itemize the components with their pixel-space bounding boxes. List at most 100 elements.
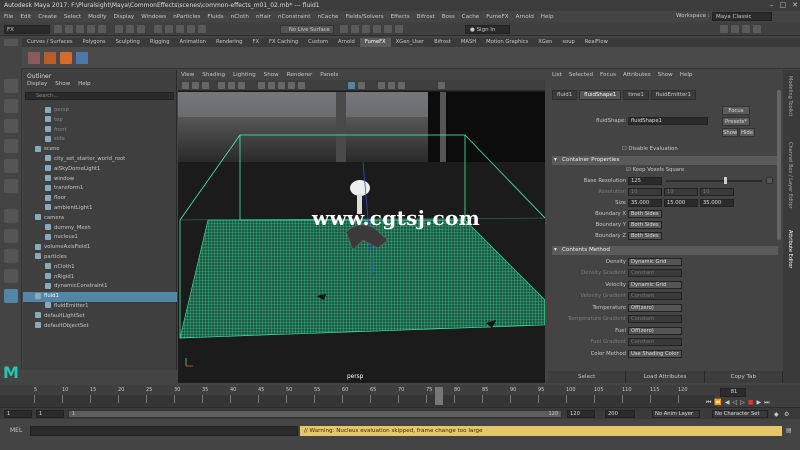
outliner-item[interactable]: aiSkyDomeLight1 — [23, 165, 177, 175]
snap-grid-icon[interactable] — [154, 25, 162, 33]
menu-arnold[interactable]: Arnold — [516, 14, 534, 20]
shelf-tab-curves-surfaces[interactable]: Curves / Surfaces — [22, 38, 78, 47]
depth-of-field-icon[interactable] — [398, 82, 405, 89]
temperature-dropdown[interactable]: Off(zero) — [628, 304, 682, 312]
focus-button[interactable]: Focus — [722, 106, 750, 115]
shelf-tool-icon[interactable] — [44, 52, 56, 64]
shelf-tab-rendering[interactable]: Rendering — [211, 38, 248, 47]
range-inner-start-field[interactable]: 1 — [36, 410, 64, 418]
outliner-item[interactable]: front — [23, 126, 177, 136]
render-view-icon[interactable] — [340, 25, 348, 33]
attr-tab-fluid1[interactable]: fluid1 — [552, 90, 578, 100]
ipr-render-icon[interactable] — [362, 25, 370, 33]
attribute-editor-toggle-icon[interactable] — [731, 25, 739, 33]
textured-icon[interactable] — [278, 82, 285, 89]
outliner-item[interactable]: dummy_Mesh — [23, 224, 177, 234]
load-attributes-button[interactable]: Load Attributes — [626, 371, 705, 383]
shelf-tool-icon[interactable] — [60, 52, 72, 64]
shelf-tab-fx-caching[interactable]: FX Caching — [264, 38, 303, 47]
outliner-search-input[interactable]: Search... — [25, 92, 174, 100]
preferences-icon[interactable]: ⚙ — [784, 411, 789, 418]
shape-name-field[interactable]: fluidShape1 — [628, 117, 708, 125]
workspace-dropdown[interactable]: Maya Classic — [712, 12, 772, 21]
channel-box-toggle-icon[interactable] — [753, 25, 761, 33]
menu-boss[interactable]: Boss — [442, 14, 455, 20]
shelf-tab-sculpting[interactable]: Sculpting — [111, 38, 145, 47]
play-forward-icon[interactable]: ▷ — [740, 399, 745, 407]
outliner-item[interactable]: nucleus1 — [23, 233, 177, 243]
layout-custom-icon[interactable] — [4, 289, 18, 303]
go-to-start-icon[interactable]: ⏮ — [706, 399, 711, 407]
outliner-item[interactable]: side — [23, 135, 177, 145]
select-component-icon[interactable] — [137, 25, 145, 33]
modeling-toolkit-tab[interactable]: Modeling Toolkit — [787, 76, 793, 116]
lights-icon[interactable] — [288, 82, 295, 89]
step-forward-icon[interactable]: ▶ — [756, 399, 761, 407]
outliner-item[interactable]: scene — [23, 145, 177, 155]
viewport-menu-renderer[interactable]: Renderer — [287, 70, 313, 80]
presets-button[interactable]: Presets* — [722, 117, 750, 126]
attr-tab-fluidemitter1[interactable]: fluidEmitter1 — [650, 90, 696, 100]
outliner-item[interactable]: defaultObjectSet — [23, 322, 177, 332]
camera-attributes-icon[interactable] — [182, 82, 189, 89]
shelf-tab-fx[interactable]: FX — [247, 38, 264, 47]
shelf-tab-polygons[interactable]: Polygons — [78, 38, 111, 47]
contents-method-section[interactable]: Contents Method — [552, 246, 778, 255]
shelf-tab-arnold[interactable]: Arnold — [333, 38, 360, 47]
outliner-item[interactable]: window — [23, 175, 177, 185]
shelf-tab-soup[interactable]: soup — [557, 38, 579, 47]
select-button[interactable]: Select — [548, 371, 627, 383]
menu-nhair[interactable]: nHair — [256, 14, 271, 20]
command-language-label[interactable]: MEL — [10, 427, 22, 434]
snap-point-icon[interactable] — [176, 25, 184, 33]
outliner-item[interactable]: ambientLight1 — [23, 204, 177, 214]
outliner-item[interactable]: persp — [23, 106, 177, 116]
menu-edit[interactable]: Edit — [20, 14, 31, 20]
hypershade-icon[interactable] — [384, 25, 392, 33]
fuel-dropdown[interactable]: Off(zero) — [628, 327, 682, 335]
shelf-tab-bifrost[interactable]: Bifrost — [429, 38, 456, 47]
select-hierarchy-icon[interactable] — [115, 25, 123, 33]
shelf-tab-mash[interactable]: MASH — [456, 38, 481, 47]
menu-fluids[interactable]: Fluids — [207, 14, 223, 20]
live-surface-button[interactable]: No Live Surface — [280, 25, 334, 34]
attr-tab-fluidshape1[interactable]: fluidShape1 — [579, 90, 622, 100]
density-dropdown[interactable]: Dynamic Grid — [628, 258, 682, 266]
rotate-tool-icon[interactable] — [4, 159, 18, 173]
shelf-tab-animation[interactable]: Animation — [175, 38, 211, 47]
select-tool-icon[interactable] — [4, 79, 18, 93]
viewport-menu-show[interactable]: Show — [264, 70, 279, 80]
channel-box-tab[interactable]: Channel Box / Layer Editor — [787, 142, 793, 209]
shelf-tab-xgen[interactable]: XGen — [533, 38, 557, 47]
resolution-gate-icon[interactable] — [238, 82, 245, 89]
size-z-field[interactable]: 35.000 — [700, 199, 734, 207]
snap-curve-icon[interactable] — [165, 25, 173, 33]
boundary-y-dropdown[interactable]: Both Sides — [628, 221, 662, 229]
sign-in-dropdown[interactable]: ● Sign In — [465, 25, 510, 34]
menu-bifrost[interactable]: Bifrost — [417, 14, 435, 20]
smooth-shade-icon[interactable] — [268, 82, 275, 89]
redo-icon[interactable] — [98, 25, 106, 33]
current-frame-marker[interactable] — [435, 387, 444, 405]
stop-icon[interactable]: ■ — [748, 399, 754, 407]
menu-create[interactable]: Create — [38, 14, 57, 20]
attribute-editor-scrollbar[interactable] — [777, 90, 781, 240]
shelf-tab-realflow[interactable]: RealFlow — [580, 38, 613, 47]
minimize-icon[interactable]: – — [770, 1, 774, 9]
open-scene-icon[interactable] — [65, 25, 73, 33]
hide-button[interactable]: Hide — [739, 128, 755, 137]
range-inner-end-field[interactable]: 120 — [567, 410, 595, 418]
attr-menu-list[interactable]: List — [552, 72, 562, 80]
attr-menu-focus[interactable]: Focus — [600, 72, 616, 80]
attr-menu-attributes[interactable]: Attributes — [623, 72, 651, 80]
current-frame-field[interactable]: 81 — [720, 388, 746, 397]
isolate-select-icon[interactable] — [348, 82, 355, 89]
anim-layer-dropdown[interactable]: No Anim Layer — [652, 410, 700, 418]
xray-icon[interactable] — [358, 82, 365, 89]
outliner-item[interactable]: transform1 — [23, 184, 177, 194]
size-y-field[interactable]: 15.000 — [664, 199, 698, 207]
color-method-dropdown[interactable]: Use Shading Color — [628, 350, 682, 358]
shelf-tab-motion-graphics[interactable]: Motion Graphics — [481, 38, 533, 47]
attr-menu-selected[interactable]: Selected — [569, 72, 593, 80]
menu-file[interactable]: File — [4, 14, 13, 20]
